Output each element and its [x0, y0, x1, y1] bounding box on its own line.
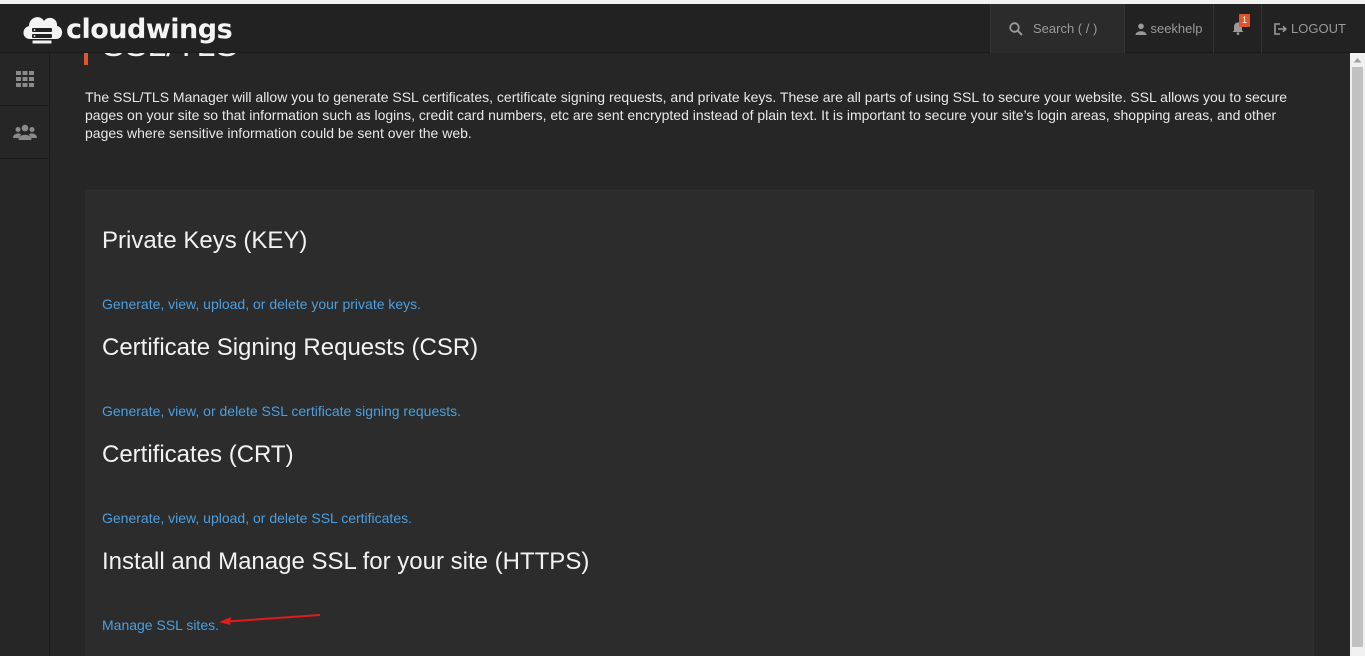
grid-icon: [15, 71, 34, 87]
private-keys-link[interactable]: Generate, view, upload, or delete your p…: [102, 296, 421, 312]
sidebar-item-users[interactable]: [0, 106, 49, 159]
title-accent-bar: [84, 53, 88, 65]
header-actions: seekhelp 1 LOGOUT: [990, 4, 1365, 53]
annotation-arrow-icon: [219, 614, 321, 625]
top-header: cloudwings seekhelp 1: [0, 4, 1365, 53]
page-header: SSL/TLS: [84, 53, 238, 65]
ssl-sections-panel: Private Keys (KEY) Generate, view, uploa…: [85, 190, 1314, 656]
users-icon: [12, 124, 37, 140]
logo-text: cloudwings: [66, 13, 233, 45]
cloud-server-logo-icon: [23, 17, 63, 45]
certificates-link[interactable]: Generate, view, upload, or delete SSL ce…: [102, 510, 412, 526]
csr-link[interactable]: Generate, view, or delete SSL certificat…: [102, 403, 461, 419]
notifications-button[interactable]: 1: [1213, 4, 1261, 53]
page-title: SSL/TLS: [102, 53, 238, 65]
logout-icon: [1274, 22, 1287, 35]
manage-ssl-sites-link[interactable]: Manage SSL sites.: [102, 617, 219, 633]
section-title-install-manage-ssl: Install and Manage SSL for your site (HT…: [102, 548, 590, 575]
user-icon: [1135, 23, 1147, 35]
sidebar: [0, 53, 50, 656]
search-input[interactable]: [1033, 21, 1118, 36]
section-title-certificates: Certificates (CRT): [102, 441, 294, 468]
logout-button[interactable]: LOGOUT: [1261, 4, 1365, 53]
user-menu[interactable]: seekhelp: [1124, 4, 1213, 53]
page-scrollbar[interactable]: [1350, 53, 1365, 656]
notification-badge: 1: [1239, 14, 1251, 27]
sidebar-item-apps[interactable]: [0, 53, 49, 106]
section-title-private-keys: Private Keys (KEY): [102, 227, 308, 254]
search-box[interactable]: [990, 4, 1124, 53]
scroll-up-arrow-icon[interactable]: [1353, 57, 1362, 63]
username-label: seekhelp: [1150, 21, 1203, 36]
logo[interactable]: cloudwings: [20, 8, 233, 50]
search-icon: [1009, 21, 1023, 36]
logout-label: LOGOUT: [1291, 21, 1346, 36]
main-content: SSL/TLS The SSL/TLS Manager will allow y…: [50, 53, 1350, 656]
scrollbar-thumb[interactable]: [1352, 67, 1363, 647]
section-title-csr: Certificate Signing Requests (CSR): [102, 334, 479, 361]
page-description: The SSL/TLS Manager will allow you to ge…: [85, 89, 1288, 141]
